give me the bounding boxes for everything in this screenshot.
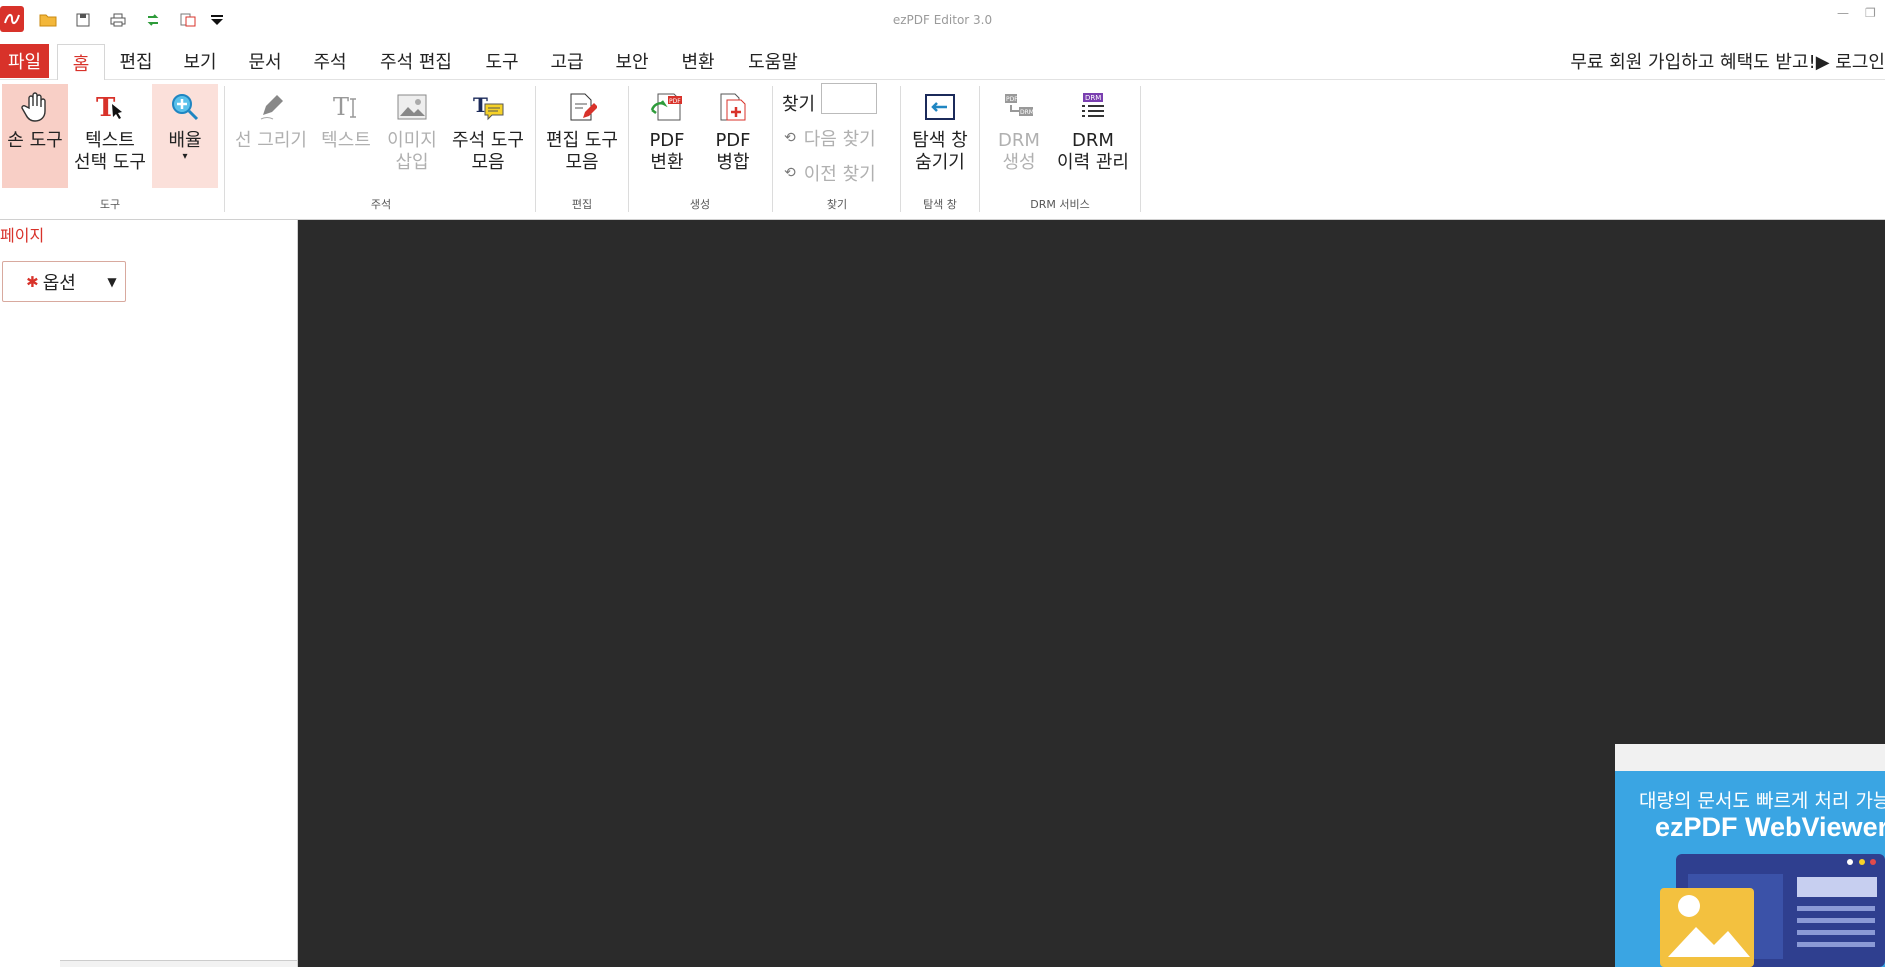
pdf-merge-icon bbox=[716, 90, 750, 124]
restore-button[interactable]: ❐ bbox=[1865, 6, 1876, 20]
ad-product-name: ezPDF WebViewer bbox=[1655, 812, 1885, 842]
tab-security[interactable]: 보안 bbox=[610, 44, 654, 78]
pages-panel: 페이지 ✱ 옵션 ▼ bbox=[0, 220, 298, 967]
file-menu[interactable]: 파일 bbox=[0, 44, 49, 78]
ribbon-divider bbox=[628, 86, 629, 212]
draw-line-button[interactable]: 선 그리기 bbox=[230, 84, 312, 188]
window-title: ezPDF Editor 3.0 bbox=[892, 13, 993, 27]
tab-convert[interactable]: 변환 bbox=[676, 44, 720, 78]
annotation-tools-label: 주석 도구 모음 bbox=[452, 130, 524, 173]
ribbon-divider bbox=[979, 86, 980, 212]
hand-tool-label: 손 도구 bbox=[7, 130, 63, 151]
options-split-button[interactable]: ✱ 옵션 ▼ bbox=[2, 261, 126, 302]
annotation-tools-button[interactable]: T 주석 도구 모음 bbox=[446, 84, 530, 188]
tab-tools[interactable]: 도구 bbox=[480, 44, 524, 78]
tab-edit[interactable]: 편집 bbox=[114, 44, 158, 78]
panel-title: 페이지 bbox=[0, 226, 45, 245]
svg-text:DRM: DRM bbox=[1020, 109, 1034, 116]
zoom-icon bbox=[168, 90, 202, 124]
svg-text:T: T bbox=[333, 93, 349, 121]
annotation-tools-icon: T bbox=[471, 90, 505, 124]
options-label: 옵션 bbox=[42, 272, 76, 294]
edit-document-icon bbox=[565, 90, 599, 124]
signup-promo-link[interactable]: 무료 회원 가입하고 혜택도 받고!▶ 로그인 bbox=[1570, 48, 1885, 74]
insert-image-button[interactable]: 이미지 삽입 bbox=[380, 84, 444, 188]
group-label-drm: DRM 서비스 bbox=[1030, 198, 1090, 211]
svg-text:PDF: PDF bbox=[669, 98, 681, 105]
find-prev-label: 이전 찾기 bbox=[803, 164, 876, 185]
tab-document[interactable]: 문서 bbox=[243, 44, 287, 78]
ad-headline: 대량의 문서도 빠르게 처리 가능한 bbox=[1639, 790, 1885, 812]
options-dropdown-icon[interactable]: ▼ bbox=[99, 275, 125, 289]
find-next-button[interactable]: ⟲ 다음 찾기 bbox=[784, 125, 876, 151]
ribbon-divider bbox=[900, 86, 901, 212]
menu-bar: 파일 홈 편집 보기 문서 주석 주석 편집 도구 고급 보안 변환 도움말 무… bbox=[0, 44, 1885, 81]
find-next-icon: ⟲ bbox=[784, 130, 796, 146]
group-label-annotation: 주석 bbox=[370, 198, 392, 211]
pencil-icon bbox=[254, 90, 288, 124]
tab-view[interactable]: 보기 bbox=[178, 44, 222, 78]
ribbon-divider bbox=[772, 86, 773, 212]
ribbon-divider bbox=[535, 86, 536, 212]
group-label-create: 생성 bbox=[689, 198, 711, 211]
group-label-tools: 도구 bbox=[99, 198, 121, 211]
text-select-icon: T bbox=[93, 90, 127, 124]
ribbon-divider bbox=[1140, 86, 1141, 212]
options-button[interactable]: ✱ 옵션 bbox=[3, 269, 99, 295]
tab-advanced[interactable]: 고급 bbox=[545, 44, 589, 78]
drm-create-icon: PDF DRM bbox=[1002, 90, 1036, 124]
ribbon: 손 도구 T 텍스트 선택 도구 배율 ▾ 도구 선 그리기 T 텍스트 이미지… bbox=[0, 80, 1885, 220]
pdf-merge-button[interactable]: PDF 병합 bbox=[702, 84, 764, 188]
nav-pane-icon bbox=[923, 90, 957, 124]
find-label: 찾기 bbox=[782, 94, 816, 115]
group-label-find: 찾기 bbox=[826, 198, 848, 211]
drm-history-label: DRM 이력 관리 bbox=[1057, 130, 1129, 173]
ribbon-divider bbox=[224, 86, 225, 212]
group-label-edit: 편집 bbox=[571, 198, 593, 211]
find-prev-button[interactable]: ⟲ 이전 찾기 bbox=[784, 160, 876, 186]
pdf-merge-label: PDF 병합 bbox=[715, 130, 751, 173]
gear-icon: ✱ bbox=[26, 272, 39, 291]
text-annotation-label: 텍스트 bbox=[321, 130, 371, 151]
tab-annotation-edit[interactable]: 주석 편집 bbox=[373, 44, 459, 78]
svg-text:PDF: PDF bbox=[1006, 96, 1018, 103]
find-input[interactable] bbox=[821, 83, 877, 114]
text-annotation-button[interactable]: T 텍스트 bbox=[314, 84, 378, 188]
svg-text:DRM: DRM bbox=[1085, 94, 1101, 102]
edit-tools-button[interactable]: 편집 도구 모음 bbox=[540, 84, 624, 188]
image-icon bbox=[395, 90, 429, 124]
text-select-tool-label: 텍스트 선택 도구 bbox=[74, 130, 146, 173]
ad-banner[interactable]: 대량의 문서도 빠르게 처리 가능한 ezPDF WebViewer bbox=[1615, 744, 1885, 967]
zoom-button[interactable]: 배율 ▾ bbox=[152, 84, 218, 188]
drm-create-label: DRM 생성 bbox=[998, 130, 1040, 173]
pdf-convert-label: PDF 변환 bbox=[649, 130, 685, 173]
group-label-nav: 탐색 창 bbox=[923, 198, 957, 211]
pdf-convert-icon: PDF bbox=[650, 90, 684, 124]
zoom-label: 배율 bbox=[168, 130, 202, 151]
zoom-dropdown-icon: ▾ bbox=[182, 151, 188, 162]
drm-history-icon: DRM bbox=[1076, 90, 1110, 124]
find-next-label: 다음 찾기 bbox=[803, 129, 876, 150]
hide-nav-pane-label: 탐색 창 숨기기 bbox=[912, 130, 968, 173]
pdf-convert-button[interactable]: PDF PDF 변환 bbox=[636, 84, 698, 188]
minimize-button[interactable]: — bbox=[1837, 6, 1849, 20]
text-insert-icon: T bbox=[329, 90, 363, 124]
tab-help[interactable]: 도움말 bbox=[742, 44, 804, 78]
ad-banner-header bbox=[1615, 744, 1885, 771]
text-select-tool-button[interactable]: T 텍스트 선택 도구 bbox=[70, 84, 150, 188]
panel-scrollbar[interactable] bbox=[60, 960, 297, 967]
hand-icon bbox=[18, 90, 52, 124]
draw-line-label: 선 그리기 bbox=[235, 130, 307, 151]
hand-tool-button[interactable]: 손 도구 bbox=[2, 84, 68, 188]
edit-tools-label: 편집 도구 모음 bbox=[546, 130, 618, 173]
drm-history-button[interactable]: DRM DRM 이력 관리 bbox=[1054, 84, 1132, 188]
tab-annotation[interactable]: 주석 bbox=[308, 44, 352, 78]
ad-illustration bbox=[1660, 854, 1885, 967]
find-prev-icon: ⟲ bbox=[784, 165, 796, 181]
tab-home[interactable]: 홈 bbox=[57, 44, 105, 81]
title-bar: ezPDF Editor 3.0 — ❐ bbox=[0, 0, 1885, 40]
insert-image-label: 이미지 삽입 bbox=[387, 130, 437, 173]
drm-create-button[interactable]: PDF DRM DRM 생성 bbox=[986, 84, 1052, 188]
hide-nav-pane-button[interactable]: 탐색 창 숨기기 bbox=[904, 84, 976, 188]
